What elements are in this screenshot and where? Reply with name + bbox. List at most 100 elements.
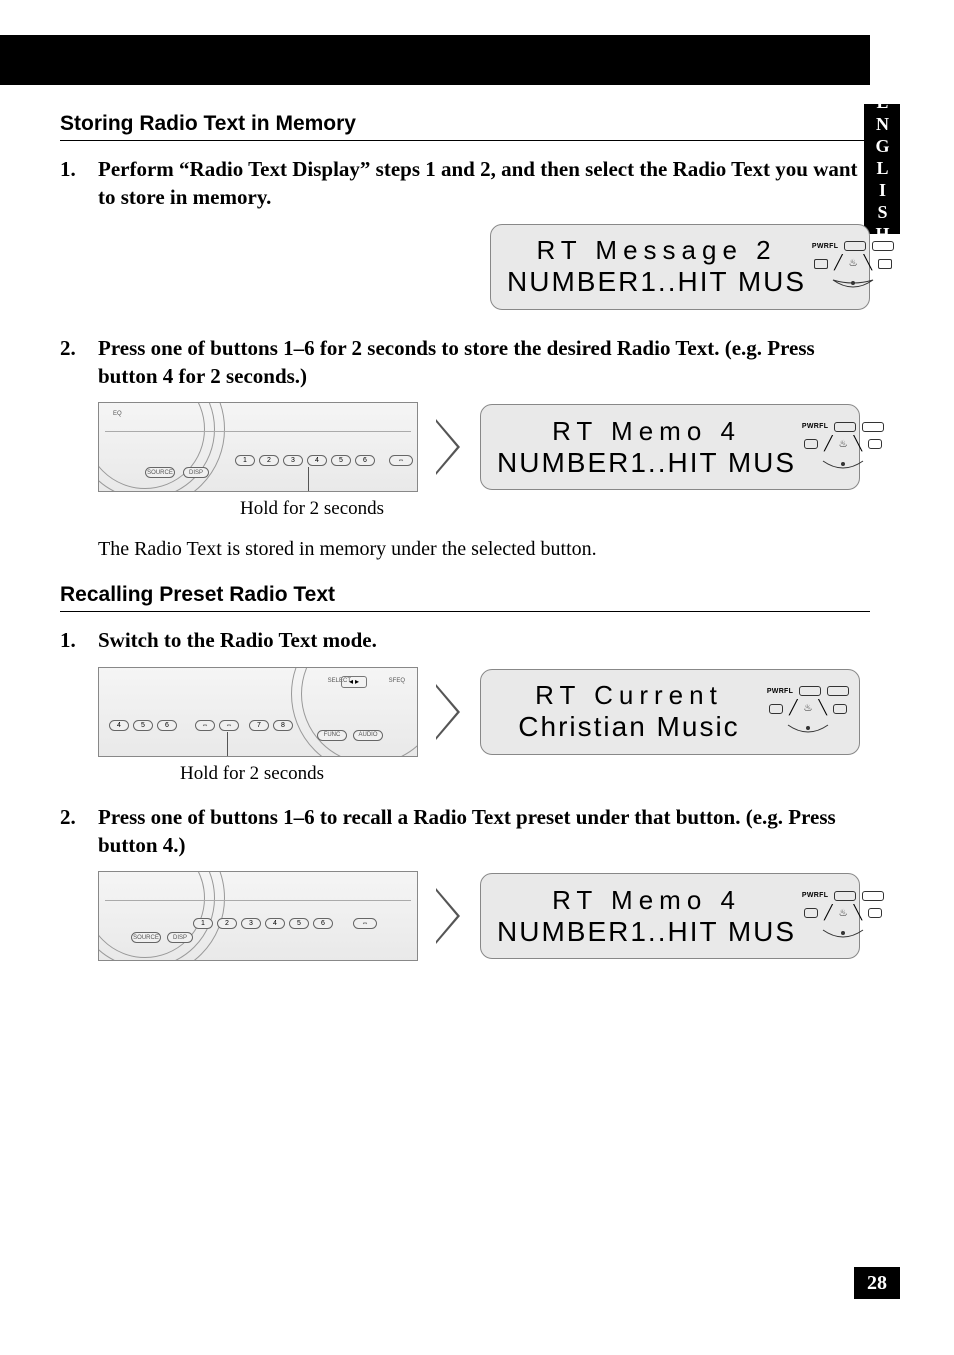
indicator-icon: [834, 891, 856, 901]
device-diagram: EQ 1 2 3 4 5 6 ⇔ SOURCE DISP: [98, 402, 418, 492]
bell-icon: ♨: [839, 439, 848, 450]
backslash-icon: ╲: [854, 436, 862, 453]
source-button[interactable]: SOURCE: [131, 932, 161, 943]
aux-button[interactable]: ⇔: [389, 455, 413, 466]
backslash-icon: ╲: [864, 255, 872, 272]
aux-button[interactable]: ⇔: [219, 720, 239, 731]
audio-button[interactable]: AUDIO: [353, 730, 383, 741]
lcd-indicators: PWRFL ╱♨╲: [769, 686, 847, 737]
pwrfl-label: PWRFL: [812, 243, 838, 250]
disp-button[interactable]: DISP: [183, 467, 209, 478]
device-diagram: SELECT SFEQ ◂ ▸ 4 5 6 ⇔ ⇔ 7 8: [98, 667, 418, 757]
preset-button-6[interactable]: 6: [355, 455, 375, 466]
indicator-icon: [769, 704, 783, 714]
seat-icon: [784, 721, 832, 737]
indicator-icon: [868, 908, 882, 918]
lcd-display: RT Current Christian Music PWRFL ╱♨╲: [480, 669, 860, 755]
leader-line: [308, 467, 309, 492]
seat-icon: [819, 926, 867, 942]
preset-button-1[interactable]: 1: [235, 455, 255, 466]
step-text: Perform “Radio Text Display” steps 1 and…: [98, 155, 870, 212]
lcd-line1: RT Memo 4: [497, 885, 796, 916]
lcd-line2: Christian Music: [497, 711, 761, 743]
indicator-icon: [844, 241, 866, 251]
preset-button-5[interactable]: 5: [289, 918, 309, 929]
lcd-display: RT Message 2 NUMBER1..HIT MUS PWRFL ╱♨╲: [490, 224, 870, 310]
indicator-icon: [834, 422, 856, 432]
lcd-line2: NUMBER1..HIT MUS: [497, 916, 796, 948]
step-text: Press one of buttons 1–6 for 2 seconds t…: [98, 334, 870, 391]
preset-button-5[interactable]: 5: [331, 455, 351, 466]
nav-pad[interactable]: ◂ ▸: [341, 676, 367, 688]
step-number: 1.: [60, 626, 98, 654]
arrow-icon: [436, 888, 462, 944]
aux-button[interactable]: ⇔: [195, 720, 215, 731]
page-header-bar: [0, 35, 870, 85]
lcd-line2: NUMBER1..HIT MUS: [507, 266, 806, 298]
preset-button-6[interactable]: 6: [157, 720, 177, 731]
step-2-2: 2. Press one of buttons 1–6 to recall a …: [60, 803, 870, 860]
preset-button-5[interactable]: 5: [133, 720, 153, 731]
preset-button-1[interactable]: 1: [193, 918, 213, 929]
lcd-display: RT Memo 4 NUMBER1..HIT MUS PWRFL ╱ ♨ ╲: [480, 873, 860, 959]
eq-label: EQ: [113, 411, 122, 417]
pwrfl-label: PWRFL: [802, 892, 828, 899]
preset-button-4[interactable]: 4: [265, 918, 285, 929]
step-number: 2.: [60, 334, 98, 391]
indicator-icon: [878, 259, 892, 269]
step-2-1: 1. Switch to the Radio Text mode.: [60, 626, 870, 654]
arrow-icon: [436, 684, 462, 740]
source-button[interactable]: SOURCE: [145, 467, 175, 478]
preset-button-4[interactable]: 4: [109, 720, 129, 731]
indicator-icon: [862, 891, 884, 901]
backslash-icon: ╲: [854, 905, 862, 922]
indicator-icon: [862, 422, 884, 432]
preset-button-7[interactable]: 7: [249, 720, 269, 731]
result-note: The Radio Text is stored in memory under…: [98, 538, 870, 561]
lcd-indicators: PWRFL ╱ ♨ ╲: [804, 422, 882, 473]
preset-button-8[interactable]: 8: [273, 720, 293, 731]
indicator-icon: [814, 259, 828, 269]
main-content: Storing Radio Text in Memory 1. Perform …: [60, 112, 870, 967]
bell-icon: ♨: [804, 703, 813, 714]
step-1-2: 2. Press one of buttons 1–6 for 2 second…: [60, 334, 870, 391]
sfeq-label: SFEQ: [389, 678, 405, 684]
section-heading-recalling: Recalling Preset Radio Text: [60, 583, 870, 612]
lcd-indicators: PWRFL ╱♨╲: [814, 241, 892, 292]
backslash-icon: ╲: [818, 700, 826, 717]
section-heading-storing: Storing Radio Text in Memory: [60, 112, 870, 141]
step-1-1: 1. Perform “Radio Text Display” steps 1 …: [60, 155, 870, 212]
preset-button-3[interactable]: 3: [241, 918, 261, 929]
slash-icon: ╱: [824, 436, 832, 453]
page-number: 28: [854, 1267, 900, 1299]
seat-icon: [829, 276, 877, 292]
preset-button-6[interactable]: 6: [313, 918, 333, 929]
step-number: 1.: [60, 155, 98, 212]
seat-icon: [819, 457, 867, 473]
preset-button-4[interactable]: 4: [307, 455, 327, 466]
preset-button-3[interactable]: 3: [283, 455, 303, 466]
preset-button-2[interactable]: 2: [217, 918, 237, 929]
indicator-icon: [804, 908, 818, 918]
lcd-display: RT Memo 4 NUMBER1..HIT MUS PWRFL ╱♨╲: [480, 404, 860, 490]
bell-icon: ♨: [849, 258, 858, 269]
step-number: 2.: [60, 803, 98, 860]
lcd-line1: RT Message 2: [507, 235, 806, 266]
arrow-icon: [436, 419, 462, 475]
disp-button[interactable]: DISP: [167, 932, 193, 943]
func-button[interactable]: FUNC: [317, 730, 347, 741]
step-text: Switch to the Radio Text mode.: [98, 626, 377, 654]
leader-line: [227, 732, 228, 757]
pwrfl-label: PWRFL: [767, 688, 793, 695]
pwrfl-label: PWRFL: [802, 423, 828, 430]
lcd-line1: RT Current: [497, 680, 761, 711]
hold-caption: Hold for 2 seconds: [180, 763, 870, 785]
slash-icon: ╱: [824, 905, 832, 922]
hold-caption: Hold for 2 seconds: [240, 498, 870, 520]
bell-icon: ♨: [839, 908, 848, 919]
aux-button[interactable]: ⇔: [353, 918, 377, 929]
preset-button-2[interactable]: 2: [259, 455, 279, 466]
step-text: Press one of buttons 1–6 to recall a Rad…: [98, 803, 870, 860]
lcd-line1: RT Memo 4: [497, 416, 796, 447]
device-diagram: 1 2 3 4 5 6 ⇔ SOURCE DISP: [98, 871, 418, 961]
